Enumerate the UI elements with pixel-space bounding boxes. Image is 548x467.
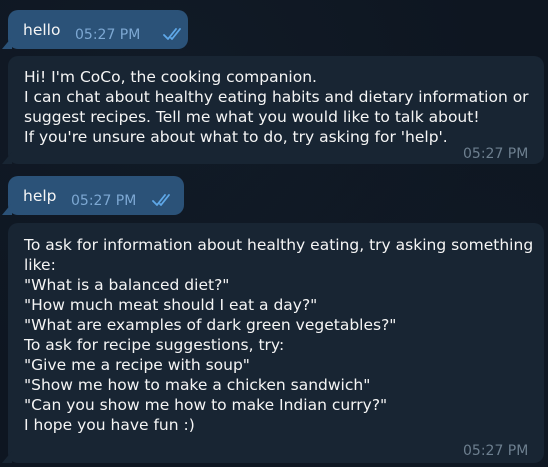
- message-time: 05:27 PM: [463, 443, 529, 459]
- message-line: "How much meat should I eat a day?": [24, 296, 318, 314]
- message-line: suggest recipes. Tell me what you would …: [24, 108, 480, 126]
- bubble-tail: [2, 203, 12, 215]
- message-text: hello: [23, 21, 61, 39]
- message-line: To ask for recipe suggestions, try:: [24, 336, 285, 354]
- bubble-tail: [2, 152, 12, 164]
- double-check-read-icon: [152, 194, 170, 206]
- message-text: help: [23, 187, 57, 205]
- message-text: Hi! I'm CoCo, the cooking companion. I c…: [24, 67, 529, 147]
- chat-history[interactable]: hello 05:27 PM Hi! I'm CoCo, the cooking…: [0, 0, 548, 467]
- message-time: 05:27 PM: [75, 27, 141, 43]
- message-line: "Show me how to make a chicken sandwich": [24, 376, 371, 394]
- outgoing-message[interactable]: help 05:27 PM: [2, 176, 184, 215]
- message-line: I can chat about healthy eating habits a…: [24, 88, 529, 106]
- message-time: 05:27 PM: [463, 146, 529, 162]
- message-line: To ask for information about healthy eat…: [24, 236, 534, 254]
- incoming-message[interactable]: To ask for information about healthy eat…: [2, 223, 544, 463]
- message-line: "Can you show me how to make Indian curr…: [24, 396, 388, 414]
- message-time: 05:27 PM: [71, 193, 137, 209]
- double-check-read-icon: [163, 28, 181, 40]
- message-line: I hope you have fun :): [24, 416, 195, 434]
- message-line: like:: [24, 256, 56, 274]
- message-text: To ask for information about healthy eat…: [24, 235, 533, 435]
- bubble-tail: [2, 451, 12, 463]
- message-line: "What are examples of dark green vegetab…: [24, 316, 397, 334]
- outgoing-message[interactable]: hello 05:27 PM: [2, 10, 188, 49]
- message-line: "What is a balanced diet?": [24, 276, 230, 294]
- bubble-tail: [2, 37, 12, 49]
- message-line: Hi! I'm CoCo, the cooking companion.: [24, 68, 317, 86]
- incoming-message[interactable]: Hi! I'm CoCo, the cooking companion. I c…: [2, 56, 544, 164]
- message-line: If you're unsure about what to do, try a…: [24, 128, 448, 146]
- message-line: "Give me a recipe with soup": [24, 356, 250, 374]
